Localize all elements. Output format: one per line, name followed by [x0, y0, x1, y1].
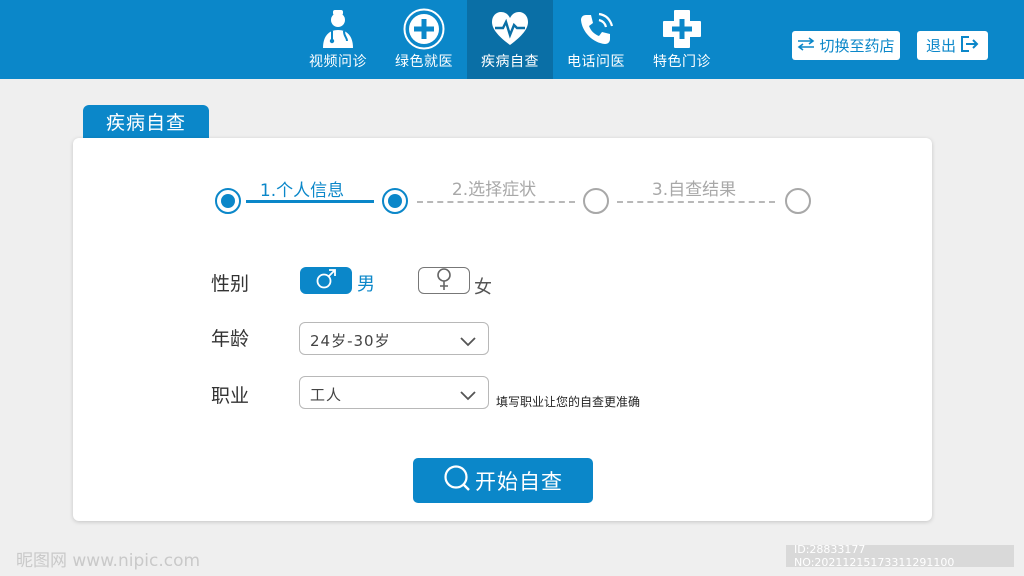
heart-pulse-icon — [488, 8, 532, 50]
job-select[interactable]: 工人 — [299, 376, 489, 409]
gender-male-option[interactable] — [300, 267, 352, 294]
clinic-cross-icon — [660, 8, 704, 50]
exit-label: 退出 — [925, 37, 956, 55]
switch-pharmacy-label: 切换至药店 — [819, 37, 895, 55]
doctor-icon — [316, 8, 360, 50]
nav-label: 特色门诊 — [653, 54, 711, 70]
step-3-label: 3.自查结果 — [651, 180, 737, 200]
nav-label: 电话问医 — [567, 54, 625, 70]
search-icon — [443, 464, 471, 497]
step-1-label: 1.个人信息 — [259, 181, 345, 201]
main-nav: 视频问诊 绿色就医 疾病自查 电话问医 特色门诊 — [295, 0, 725, 79]
watermark-right: ID:28833177 NO:20211215173311291100 — [786, 543, 1014, 569]
step-3-node — [583, 188, 609, 214]
male-symbol-icon — [315, 268, 337, 294]
gender-female-option[interactable] — [418, 267, 470, 294]
step-2-node — [382, 188, 408, 214]
top-nav-bar: 视频问诊 绿色就医 疾病自查 电话问医 特色门诊 切换至药店 退出 — [0, 0, 1024, 79]
start-check-label: 开始自查 — [475, 469, 563, 494]
nav-green-medical[interactable]: 绿色就医 — [381, 0, 467, 79]
gender-female-label[interactable]: 女 — [474, 273, 492, 299]
chevron-down-icon — [460, 332, 476, 351]
female-symbol-icon — [433, 267, 455, 295]
gender-label: 性别 — [211, 273, 250, 295]
logout-icon — [960, 35, 979, 57]
start-check-button[interactable]: 开始自查 — [413, 458, 593, 503]
age-label: 年龄 — [211, 328, 250, 350]
step-end-node — [785, 188, 811, 214]
nav-self-check[interactable]: 疾病自查 — [467, 0, 553, 79]
watermark-left: 昵图网 www.nipic.com — [16, 551, 201, 571]
age-value: 24岁-30岁 — [310, 332, 391, 350]
nav-phone-consult[interactable]: 电话问医 — [553, 0, 639, 79]
age-select[interactable]: 24岁-30岁 — [299, 322, 489, 355]
step-3-line — [617, 201, 775, 203]
gender-male-label[interactable]: 男 — [357, 270, 375, 296]
nav-label: 视频问诊 — [309, 54, 367, 70]
exit-button[interactable]: 退出 — [917, 31, 988, 60]
swap-arrows-icon — [797, 36, 815, 55]
step-2-line — [417, 201, 575, 203]
job-value: 工人 — [310, 386, 343, 404]
nav-special-clinic[interactable]: 特色门诊 — [639, 0, 725, 79]
switch-pharmacy-button[interactable]: 切换至药店 — [792, 31, 900, 60]
job-hint: 填写职业让您的自查更准确 — [496, 395, 641, 409]
nav-label: 疾病自查 — [481, 54, 539, 70]
section-title: 疾病自查 — [83, 105, 209, 138]
nav-label: 绿色就医 — [395, 54, 453, 70]
nav-video-consult[interactable]: 视频问诊 — [295, 0, 381, 79]
job-label: 职业 — [211, 385, 250, 407]
medical-cross-icon — [402, 8, 446, 50]
step-2-label: 2.选择症状 — [451, 180, 537, 200]
chevron-down-icon — [460, 386, 476, 405]
phone-icon — [574, 8, 618, 50]
